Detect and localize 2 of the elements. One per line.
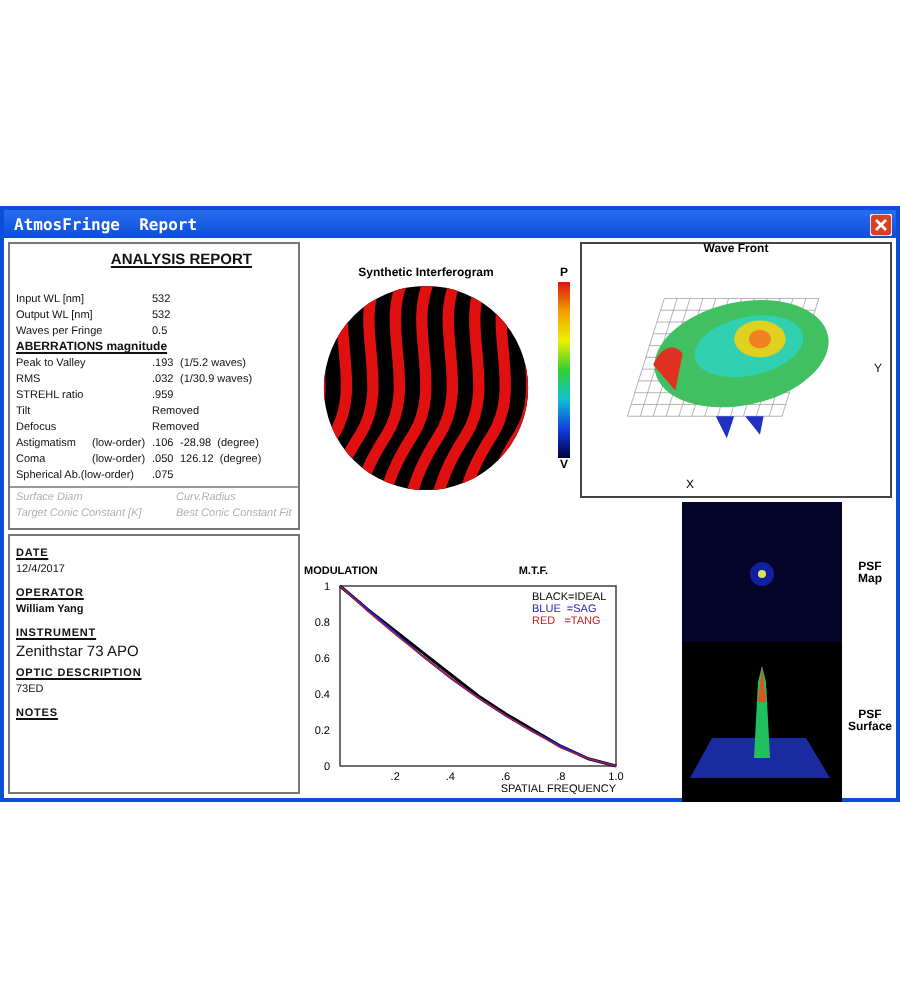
close-icon[interactable] <box>870 213 892 235</box>
window-title: AtmosFringe Report <box>14 215 198 233</box>
